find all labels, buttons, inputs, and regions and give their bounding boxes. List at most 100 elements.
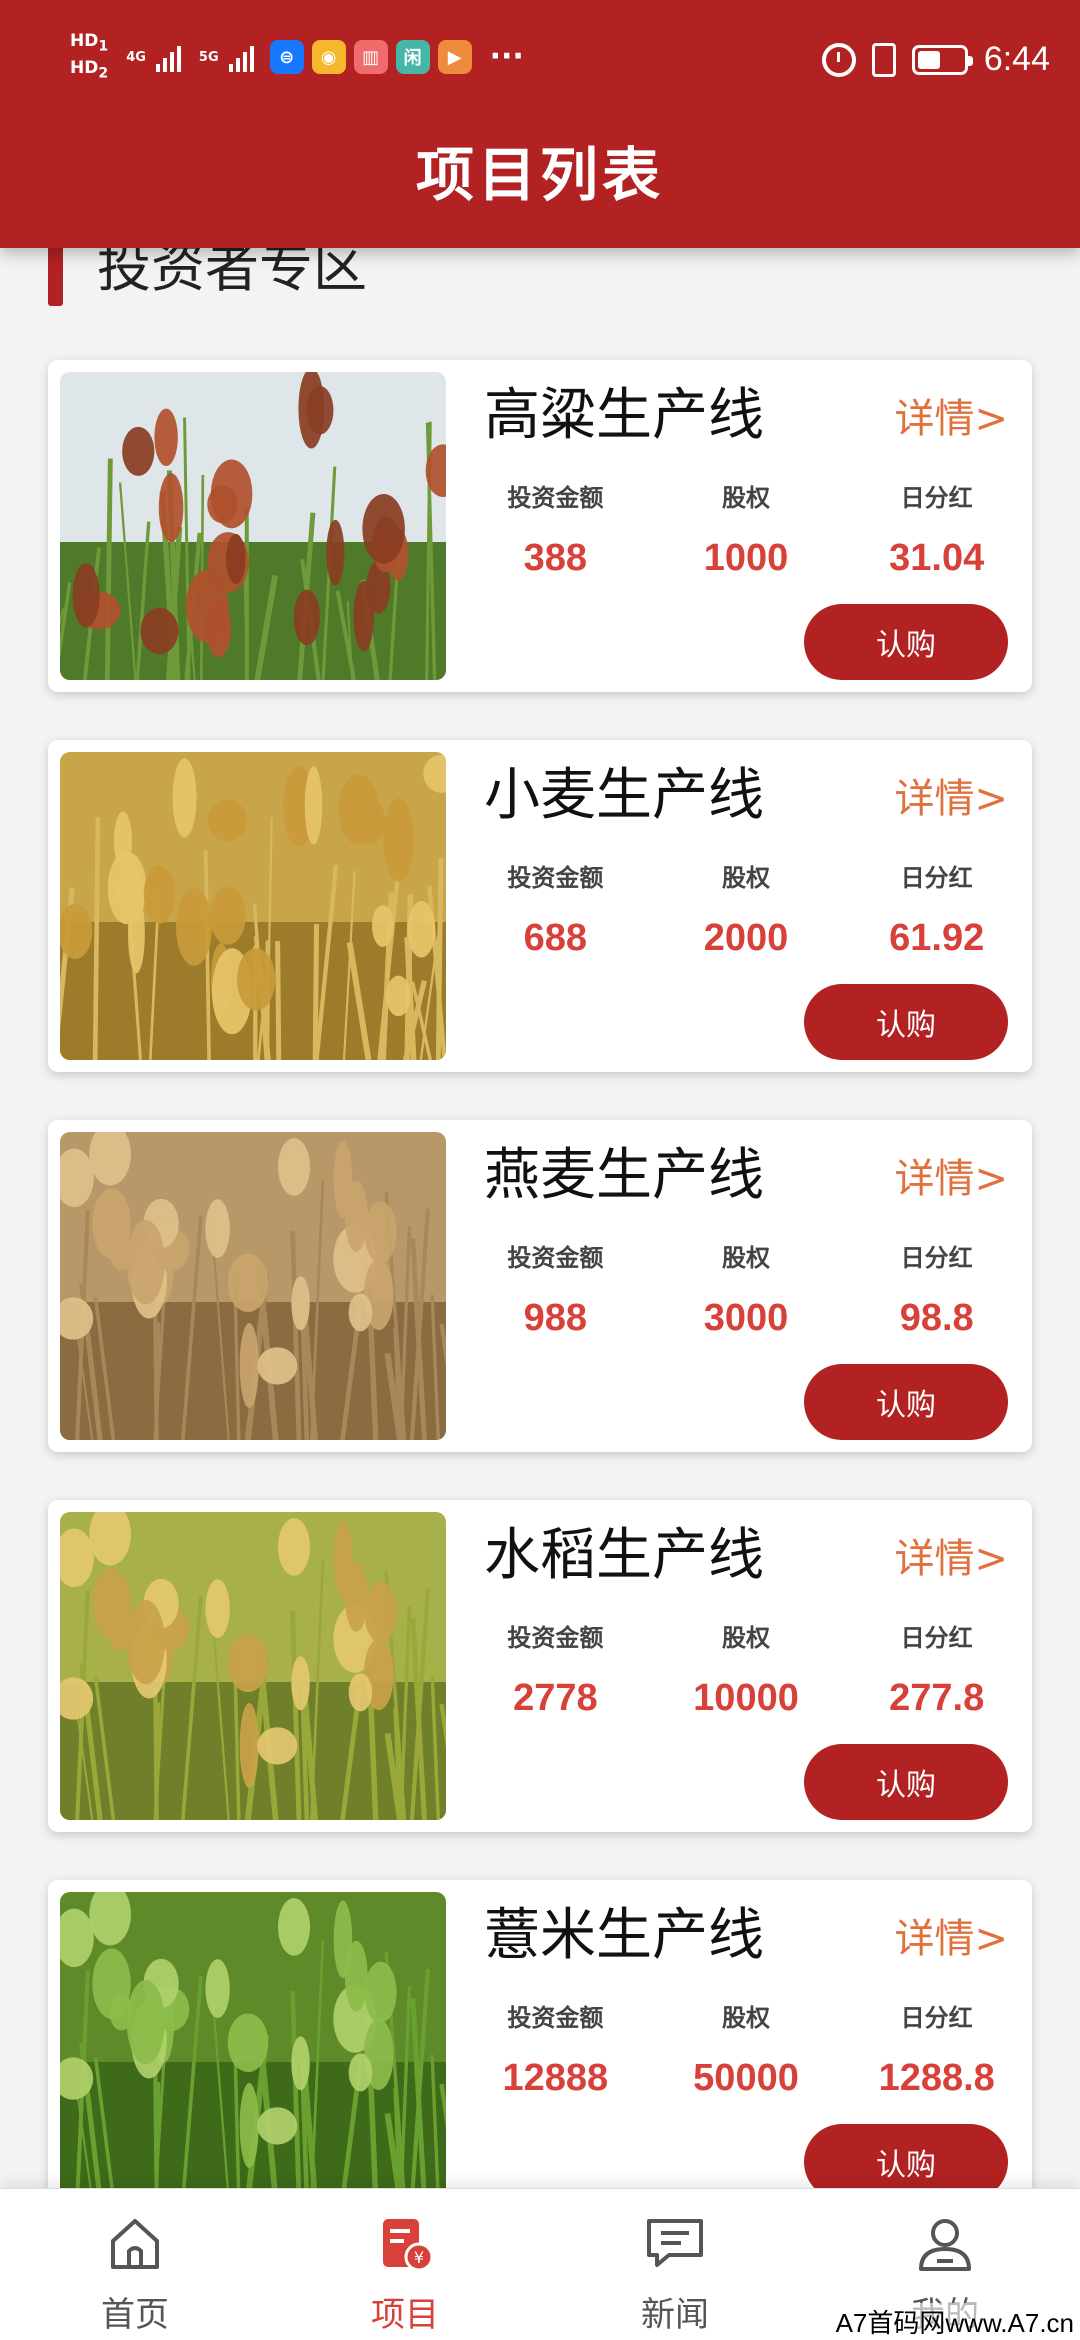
subscribe-button[interactable]: 认购 [804, 1364, 1008, 1440]
investment-amount: 投资金额 688 [460, 858, 651, 960]
equity-value: 3000 [703, 1297, 789, 1339]
investment-amount-value: 388 [523, 537, 588, 579]
equity-value: 1000 [703, 537, 789, 579]
project-stats: 投资金额 2778 股权 10000 日分红 277.8 [460, 1618, 1032, 1720]
signal-icon [155, 42, 181, 73]
subscribe-button[interactable]: 认购 [804, 604, 1008, 680]
battery-icon [911, 44, 973, 75]
tab-home[interactable]: 首页 [0, 2189, 270, 2340]
tab-project[interactable]: ¥ 项目 [270, 2189, 540, 2340]
project-list: 高粱生产线 详情> 投资金额 388 股权 1000 日分红 31.04 认购 … [48, 360, 1032, 2260]
project-icon: ¥ [373, 2211, 437, 2279]
investment-amount-label: 投资金额 [507, 484, 604, 512]
hd-indicators: HD1 HD2 [70, 31, 109, 82]
status-time: 6:44 [983, 40, 1050, 78]
home-icon [103, 2211, 167, 2279]
project-card[interactable]: 燕麦生产线 详情> 投资金额 988 股权 3000 日分红 98.8 认购 [48, 1120, 1032, 1452]
equity: 股权 50000 [651, 1998, 842, 2100]
signal-icon [228, 42, 254, 73]
equity-label: 股权 [722, 2004, 770, 2032]
subscribe-button[interactable]: 认购 [804, 1744, 1008, 1820]
book-icon: ▥ [353, 40, 388, 75]
project-title: 燕麦生产线 [484, 1143, 764, 1208]
xianyu-icon: 闲 [395, 40, 430, 75]
equity-value: 2000 [703, 917, 789, 959]
daily-dividend-label: 日分红 [900, 484, 973, 512]
status-bar: HD1 HD2 4G 5G ⊜ ◉ ▥ 闲 ▶ ··· 6:44 [0, 0, 1080, 120]
daily-dividend-value: 31.04 [889, 537, 985, 579]
details-link[interactable]: 详情> [894, 386, 1008, 444]
daily-dividend: 日分红 31.04 [841, 478, 1032, 580]
network-type-2: 5G [198, 49, 219, 65]
project-card[interactable]: 薏米生产线 详情> 投资金额 12888 股权 50000 日分红 1288.8… [48, 1880, 1032, 2212]
page-title: 项目列表 [415, 141, 664, 209]
subscribe-button[interactable]: 认购 [804, 984, 1008, 1060]
investment-amount: 投资金额 388 [460, 478, 651, 580]
equity-label: 股权 [722, 484, 770, 512]
watermark: A7首码网www.A7.cn [835, 2303, 1074, 2340]
equity: 股权 10000 [651, 1618, 842, 1720]
investment-amount-label: 投资金额 [507, 1624, 604, 1652]
project-title: 高粱生产线 [484, 383, 764, 448]
weibo-icon: ◉ [311, 40, 346, 75]
investment-amount-label: 投资金额 [507, 2004, 604, 2032]
details-link[interactable]: 详情> [894, 1146, 1008, 1204]
project-title: 薏米生产线 [484, 1903, 764, 1968]
project-title: 小麦生产线 [484, 763, 764, 828]
investment-amount-value: 688 [523, 917, 588, 959]
daily-dividend-label: 日分红 [900, 1244, 973, 1272]
daily-dividend: 日分红 61.92 [841, 858, 1032, 960]
svg-text:¥: ¥ [414, 2248, 424, 2267]
details-link[interactable]: 详情> [894, 1906, 1008, 1964]
app-header: HD1 HD2 4G 5G ⊜ ◉ ▥ 闲 ▶ ··· 6:44 项目列表 [0, 0, 1080, 248]
investment-amount: 投资金额 12888 [460, 1998, 651, 2100]
investment-amount-value: 988 [523, 1297, 588, 1339]
project-stats: 投资金额 988 股权 3000 日分红 98.8 [460, 1238, 1032, 1340]
investment-amount-value: 12888 [502, 2057, 609, 2099]
coix-image [60, 1892, 446, 2200]
network-type-1: 4G [126, 49, 146, 65]
investment-amount-value: 2778 [513, 1677, 598, 1719]
equity: 股权 3000 [651, 1238, 842, 1340]
details-link[interactable]: 详情> [894, 766, 1008, 824]
equity: 股权 2000 [651, 858, 842, 960]
sorghum-image [60, 372, 446, 680]
project-card[interactable]: 高粱生产线 详情> 投资金额 388 股权 1000 日分红 31.04 认购 [48, 360, 1032, 692]
project-card[interactable]: 水稻生产线 详情> 投资金额 2778 股权 10000 日分红 277.8 认… [48, 1500, 1032, 1832]
equity-label: 股权 [722, 1244, 770, 1272]
project-stats: 投资金额 688 股权 2000 日分红 61.92 [460, 858, 1032, 960]
investment-amount: 投资金额 2778 [460, 1618, 651, 1720]
wheat-image [60, 752, 446, 1060]
daily-dividend-label: 日分红 [900, 864, 973, 892]
daily-dividend-value: 98.8 [899, 1297, 974, 1339]
news-icon [643, 2211, 707, 2279]
project-stats: 投资金额 12888 股权 50000 日分红 1288.8 [460, 1998, 1032, 2100]
tab-label: 新闻 [641, 2295, 709, 2335]
investment-amount-label: 投资金额 [507, 1244, 604, 1272]
alipay-icon: ⊜ [269, 40, 304, 75]
equity-value: 10000 [693, 1677, 799, 1719]
project-stats: 投资金额 388 股权 1000 日分红 31.04 [460, 478, 1032, 580]
equity: 股权 1000 [651, 478, 842, 580]
daily-dividend-label: 日分红 [900, 2004, 973, 2032]
vibrate-icon [871, 42, 896, 77]
project-card[interactable]: 小麦生产线 详情> 投资金额 688 股权 2000 日分红 61.92 认购 [48, 740, 1032, 1072]
daily-dividend: 日分红 1288.8 [841, 1998, 1032, 2100]
daily-dividend: 日分红 98.8 [841, 1238, 1032, 1340]
notification-icons: ⊜ ◉ ▥ 闲 ▶ [269, 40, 472, 75]
equity-label: 股权 [722, 864, 770, 892]
video-icon: ▶ [437, 40, 472, 75]
daily-dividend: 日分红 277.8 [841, 1618, 1032, 1720]
tab-news[interactable]: 新闻 [540, 2189, 810, 2340]
equity-label: 股权 [722, 1624, 770, 1652]
rice-image [60, 1512, 446, 1820]
oats-image [60, 1132, 446, 1440]
daily-dividend-value: 61.92 [889, 917, 985, 959]
tab-label: 首页 [101, 2295, 169, 2335]
more-notifications-icon: ··· [489, 39, 524, 75]
project-title: 水稻生产线 [484, 1523, 764, 1588]
equity-value: 50000 [693, 2057, 799, 2099]
investment-amount: 投资金额 988 [460, 1238, 651, 1340]
details-link[interactable]: 详情> [894, 1526, 1008, 1584]
daily-dividend-label: 日分红 [900, 1624, 973, 1652]
